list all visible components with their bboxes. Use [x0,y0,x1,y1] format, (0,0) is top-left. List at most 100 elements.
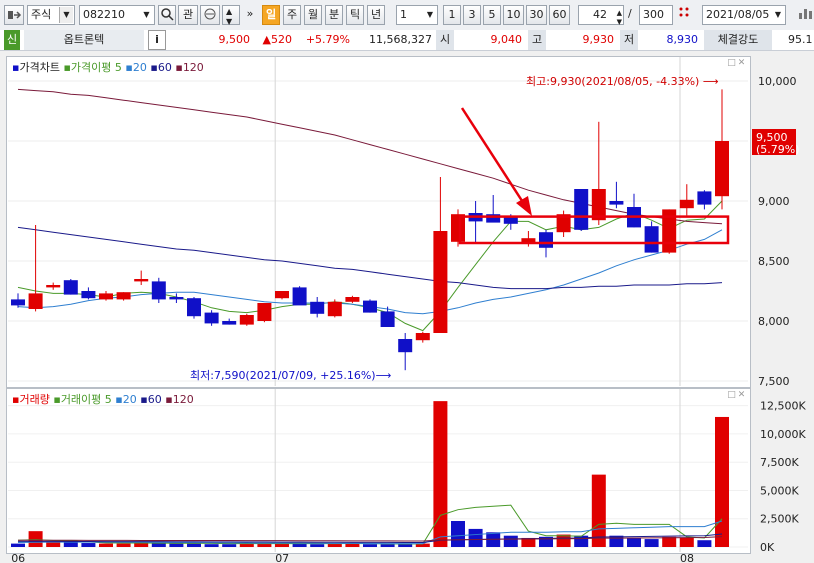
volume-tick-label: 2,500K [760,513,799,526]
period-tick[interactable]: 틱 [346,5,364,25]
legend-square-icon: ▪ [175,61,183,74]
price-legend-ma20: 20 [132,61,147,74]
price-tick-label: 8,500 [758,255,790,268]
toolbar: 주식 ▼ 082210 ▼ 관 ▲ ▼ » 일 주 월 분 틱 년 1 ▼ 1 … [0,0,814,31]
interval-value: 1 [400,8,407,21]
stepper-button[interactable]: ▲ ▼ [222,5,240,26]
period-minute-label: 분 [328,8,340,21]
new-flag-badge: 신 [4,30,20,50]
current-price-tag [752,129,796,155]
chart-type-icon[interactable] [796,5,814,25]
preset-30-label: 30 [529,8,544,21]
price-change: ▲520 [262,33,292,46]
volume-tick-label: 0K [760,541,775,554]
close-icon[interactable]: ✕ [737,59,746,68]
period-year[interactable]: 년 [367,5,385,25]
settings-icon[interactable] [676,5,694,25]
volume-tick-label: 10,000K [760,428,806,441]
volume-tick-label: 5,000K [760,484,799,497]
preset-5[interactable]: 5 [483,5,501,25]
gwan-button[interactable]: 관 [178,5,198,25]
strength-value: 95.1 [788,33,813,46]
current-price-tag-value: 9,500 [756,131,788,144]
strength-label: 체결강도 [704,30,772,50]
more-icon[interactable]: » [243,5,257,25]
maximize-icon[interactable]: □ [727,59,736,68]
volume-legend-ma120: 120 [172,393,194,406]
preset-10[interactable]: 10 [503,5,524,25]
maximize-icon[interactable]: □ [727,391,736,400]
chevron-down-icon: ▼ [143,10,150,19]
market-select-value: 주식 [31,8,52,21]
close-icon[interactable]: ✕ [737,391,746,400]
period-month[interactable]: 월 [304,5,322,25]
period-week-label: 주 [286,8,298,21]
count-total-input[interactable]: 300 [639,5,673,25]
dots-grid-icon [679,7,689,17]
volume-legend-ma60: 60 [147,393,162,406]
high-label: 고 [528,30,546,50]
legend-square-icon: ▪ [125,61,133,74]
price-legend-main: 가격차트 [19,61,60,74]
search-button[interactable] [158,5,176,25]
price-tick-label: 7,500 [758,375,790,388]
price-legend-ma: 가격이평 [70,61,112,74]
info-button[interactable]: i [148,30,166,50]
legend-square-icon: ▪ [165,393,173,406]
price-legend-ma120: 120 [182,61,204,74]
period-day[interactable]: 일 [262,5,280,25]
link-button[interactable] [200,5,220,25]
volume-legend-main: 거래량 [19,393,50,406]
preset-5-label: 5 [488,8,496,21]
preset-1[interactable]: 1 [443,5,461,25]
legend-square-icon: ▪ [140,393,148,406]
link-icon [204,8,216,20]
preset-3-label: 3 [468,8,476,21]
price-tick-label: 10,000 [758,75,797,88]
price-legend-ma5: 5 [114,61,122,74]
period-week[interactable]: 주 [283,5,301,25]
volume-chart-panel[interactable] [6,388,751,554]
period-month-label: 월 [307,8,319,21]
price-legend-ma60: 60 [157,61,172,74]
chevron-down-icon: ▼ [59,7,73,23]
high-price: 9,930 [582,33,615,46]
legend-square-icon: ▪ [150,61,158,74]
legend-square-icon: ▪ [115,393,123,406]
count-input[interactable]: 42 ▲ ▼ [578,5,624,26]
period-tick-label: 틱 [349,8,361,21]
preset-3[interactable]: 3 [463,5,481,25]
volume-tick-label: 12,500K [760,400,806,413]
search-icon [161,8,174,21]
period-minute[interactable]: 분 [325,5,343,25]
current-price: 9,500 [218,33,251,46]
price-legend: ▪가격차트 ▪가격이평 5 ▪20 ▪60 ▪120 [12,59,204,75]
volume-legend-ma5: 5 [104,393,112,406]
current-price-tag-pct: (5.79%) [756,143,800,156]
count-separator: / [628,7,632,20]
preset-30[interactable]: 30 [526,5,547,25]
legend-square-icon: ▪ [63,61,71,74]
date-input[interactable]: 2021/08/05 ▼ [702,5,786,25]
volume-tick-label: 7,500K [760,456,799,469]
stock-code-input[interactable]: 082210 ▼ [79,5,155,25]
stock-name: 옵트론텍 [24,30,144,50]
dock-icon-glyph [8,11,22,19]
period-year-label: 년 [370,8,382,21]
volume-legend-ma20: 20 [122,393,137,406]
date-value: 2021/08/05 [706,8,770,21]
arrow-down-icon: ▼ [226,17,233,26]
volume-value: 11,568,327 [369,33,432,46]
legend-square-icon: ▪ [53,393,61,406]
preset-10-label: 10 [506,8,521,21]
preset-60[interactable]: 60 [549,5,570,25]
volume-legend-ma: 거래이평 [60,393,102,406]
low-label: 저 [620,30,638,50]
chevron-down-icon: ▼ [774,10,782,19]
spin-down-icon: ▼ [616,18,622,26]
price-chart-panel[interactable] [6,56,751,388]
market-select[interactable]: 주식 ▼ [27,5,75,25]
interval-select[interactable]: 1 ▼ [396,5,438,25]
low-price: 8,930 [666,33,699,46]
dock-icon[interactable] [4,5,24,25]
